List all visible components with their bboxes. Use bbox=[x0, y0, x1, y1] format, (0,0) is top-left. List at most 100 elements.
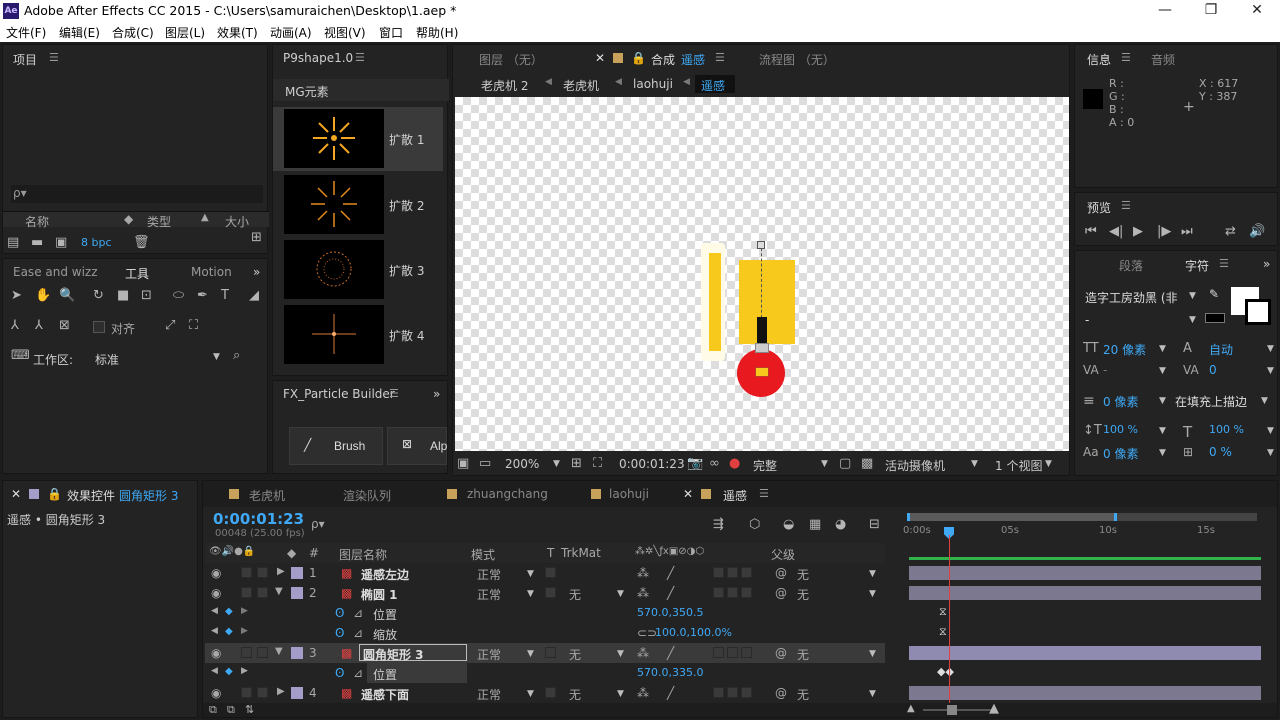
workspace-select[interactable]: 标准 bbox=[95, 351, 119, 368]
lock-icon[interactable]: 🔒 bbox=[47, 487, 62, 501]
p9-item-2[interactable]: 扩散 2 bbox=[273, 173, 443, 237]
prev-keyframe-icon[interactable]: ◀ bbox=[211, 626, 218, 636]
breadcrumb-item-active[interactable]: 遥感 bbox=[701, 77, 725, 94]
chevron-down-icon[interactable]: ▼ bbox=[1159, 448, 1166, 458]
zoom-slider-thumb[interactable] bbox=[947, 705, 957, 715]
chevron-down-icon[interactable]: ▼ bbox=[1159, 366, 1166, 376]
lock-toggle[interactable] bbox=[257, 647, 268, 658]
keyframe-icon[interactable]: ◆ bbox=[225, 666, 233, 677]
font-select[interactable]: 造字工房劲黑 (非 bbox=[1085, 289, 1178, 306]
chevron-down-icon[interactable]: ▼ bbox=[869, 589, 876, 599]
chevron-down-icon[interactable]: ▼ bbox=[821, 459, 828, 469]
parent-select[interactable]: 无 bbox=[797, 566, 809, 583]
panel-overflow-icon[interactable]: » bbox=[1263, 257, 1270, 271]
eye-icon[interactable]: ◉ bbox=[211, 686, 221, 700]
keyframe-marker-icon[interactable]: ⧖ bbox=[939, 625, 947, 639]
preserve-transparency-toggle[interactable] bbox=[545, 687, 556, 698]
new-folder-icon[interactable]: ▬ bbox=[31, 236, 43, 250]
chevron-down-icon[interactable]: ▼ bbox=[1189, 315, 1196, 325]
chevron-down-icon[interactable]: ▼ bbox=[869, 689, 876, 699]
switch-box[interactable] bbox=[741, 687, 752, 698]
switch-box[interactable] bbox=[727, 687, 738, 698]
tab-layer[interactable]: 图层 （无） bbox=[479, 51, 543, 68]
work-area-range[interactable] bbox=[907, 513, 1117, 521]
interpret-footage-icon[interactable]: ▤ bbox=[7, 236, 19, 250]
keyframe-icon[interactable]: ◆ bbox=[225, 606, 233, 617]
layer-row[interactable]: ◉ ▼ 2 ▩ 椭圆 1 正常 ▼ 无 ▼ ⁂ ╱ @ 无 ▼ bbox=[205, 583, 885, 603]
selection-tool-icon[interactable]: ➤ bbox=[11, 289, 22, 303]
chevron-down-icon[interactable]: ▼ bbox=[1267, 344, 1274, 354]
eye-icon[interactable]: ◉ bbox=[211, 566, 221, 580]
chevron-down-icon[interactable]: ▼ bbox=[1267, 366, 1274, 376]
solo-toggle[interactable] bbox=[241, 647, 252, 658]
col-type[interactable]: 类型 bbox=[147, 213, 171, 230]
panel-menu-icon[interactable]: ☰ bbox=[1121, 51, 1131, 64]
tab-comp[interactable]: 老虎机 bbox=[249, 487, 285, 504]
parent-select[interactable]: 无 bbox=[797, 686, 809, 703]
path-handle[interactable] bbox=[757, 241, 765, 249]
keyframe-icon[interactable]: ◆ bbox=[225, 626, 233, 637]
first-frame-icon[interactable]: ⏮ bbox=[1085, 225, 1097, 239]
layer-mode[interactable]: 正常 bbox=[477, 566, 501, 583]
zoom-select[interactable]: 200% bbox=[505, 457, 539, 471]
panel-menu-icon[interactable]: ☰ bbox=[1219, 257, 1229, 270]
chevron-down-icon[interactable]: ▼ bbox=[1267, 426, 1274, 436]
eyedropper-icon[interactable]: ✎ bbox=[1209, 287, 1219, 301]
graph-icon[interactable]: ⊿ bbox=[353, 666, 363, 680]
camera-select[interactable]: 活动摄像机 bbox=[885, 457, 945, 474]
graph-icon[interactable]: ⊿ bbox=[353, 606, 363, 620]
stopwatch-icon[interactable]: ʘ bbox=[335, 666, 344, 680]
zoom-tool-icon[interactable]: 🔍 bbox=[59, 289, 75, 303]
zoom-slider[interactable] bbox=[923, 709, 993, 711]
puppet-starch-icon[interactable]: ⊠ bbox=[59, 319, 70, 333]
panel-overflow-icon[interactable]: » bbox=[253, 265, 260, 279]
tab-close-icon[interactable]: ✕ bbox=[11, 487, 21, 501]
graph-editor-icon[interactable]: ⊟ bbox=[869, 518, 880, 532]
tab-ease-wizz[interactable]: Ease and wizz bbox=[13, 265, 98, 279]
transparency-grid-icon[interactable]: ▩ bbox=[861, 457, 873, 471]
label-color[interactable] bbox=[291, 567, 303, 579]
next-keyframe-icon[interactable]: ▶ bbox=[241, 606, 248, 616]
chevron-down-icon[interactable]: ▼ bbox=[1159, 426, 1166, 436]
chevron-down-icon[interactable]: ▼ bbox=[869, 649, 876, 659]
chevron-down-icon[interactable]: ▼ bbox=[1159, 344, 1166, 354]
tab-comp[interactable]: laohuji bbox=[609, 487, 649, 501]
black-swatch[interactable] bbox=[1205, 313, 1225, 323]
chevron-down-icon[interactable]: ▼ bbox=[617, 649, 624, 659]
monitor-icon[interactable]: ▭ bbox=[479, 457, 491, 471]
chevron-down-icon[interactable]: ▼ bbox=[527, 649, 534, 659]
lock-icon[interactable]: 🔒 bbox=[631, 51, 646, 65]
prev-keyframe-icon[interactable]: ◀ bbox=[211, 666, 218, 676]
leading-value[interactable]: 自动 bbox=[1209, 341, 1233, 358]
in-out-icon[interactable]: ⇅ bbox=[245, 703, 254, 717]
comp-mini-flowchart-icon[interactable]: ⇶ bbox=[713, 518, 724, 532]
frame-blending-icon[interactable]: ▦ bbox=[809, 518, 821, 532]
camera-tool-icon[interactable]: ■ bbox=[117, 289, 129, 303]
speaker-icon[interactable]: 🔊 bbox=[1249, 225, 1265, 239]
solo-toggle[interactable] bbox=[241, 587, 252, 598]
layer-mode[interactable]: 正常 bbox=[477, 646, 501, 663]
views-select[interactable]: 1 个视图 bbox=[995, 457, 1042, 474]
prev-keyframe-icon[interactable]: ◀ bbox=[211, 606, 218, 616]
puppet-overlap-icon[interactable]: ⅄ bbox=[35, 319, 43, 333]
graph-icon[interactable]: ⊿ bbox=[353, 626, 363, 640]
ellipse-tool-icon[interactable]: ⬭ bbox=[173, 289, 184, 303]
alpha-button[interactable]: ⊠ Alp bbox=[387, 427, 447, 465]
horizontal-scale-value[interactable]: 100 % bbox=[1209, 423, 1244, 436]
solo-toggle[interactable] bbox=[241, 567, 252, 578]
panel-menu-icon[interactable]: ☰ bbox=[49, 51, 59, 64]
chevron-down-icon[interactable]: ▼ bbox=[527, 569, 534, 579]
chevron-down-icon[interactable]: ▼ bbox=[1267, 448, 1274, 458]
panel-menu-icon[interactable]: ☰ bbox=[355, 51, 365, 64]
flowchart-icon[interactable]: ⊞ bbox=[251, 231, 262, 245]
col-mode[interactable]: 模式 bbox=[471, 546, 495, 563]
expand-arrow-icon[interactable]: ▶ bbox=[277, 566, 285, 577]
parent-select[interactable]: 无 bbox=[797, 646, 809, 663]
font-style-select[interactable]: - bbox=[1085, 313, 1089, 327]
preserve-transparency-toggle[interactable] bbox=[545, 567, 556, 578]
puppet-pin-icon[interactable]: ⅄ bbox=[11, 319, 19, 333]
lock-toggle[interactable] bbox=[257, 587, 268, 598]
layer-bar[interactable] bbox=[909, 686, 1261, 700]
panel-menu-icon[interactable]: ☰ bbox=[389, 387, 399, 400]
quality-switch-icon[interactable]: ╱ bbox=[667, 646, 674, 660]
